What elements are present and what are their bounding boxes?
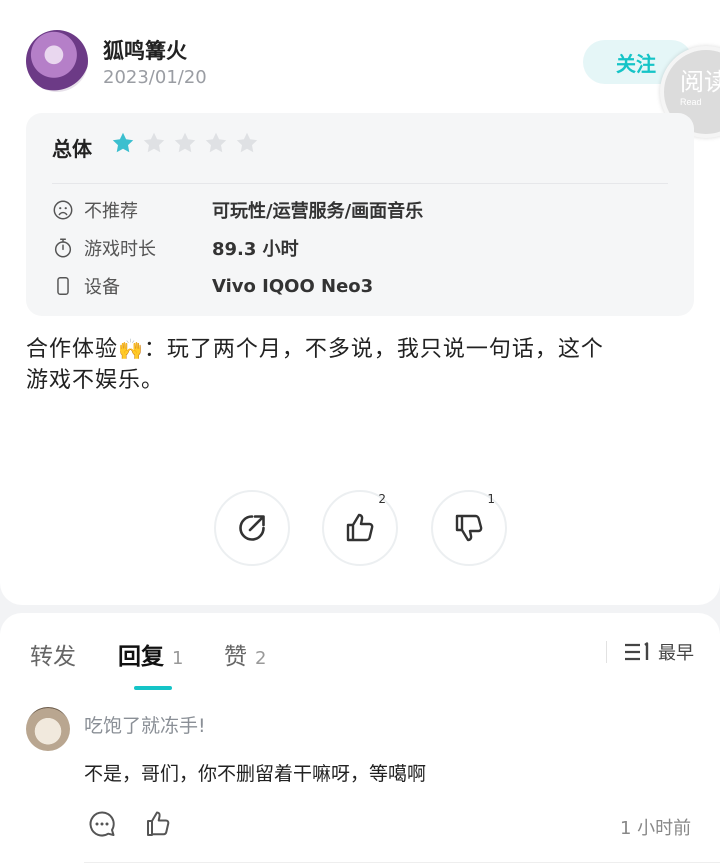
sort-label: 最早 <box>658 643 694 664</box>
tab-reply[interactable]: 回复 1 <box>118 637 183 671</box>
sort-divider <box>606 641 607 663</box>
comment-time: 1 小时前 <box>620 818 692 839</box>
comment-divider <box>84 862 720 863</box>
detail-label: 不推荐 <box>84 201 138 222</box>
thumbs-down-icon <box>455 514 483 542</box>
detail-value: 可玩性/运营服务/画面音乐 <box>212 201 424 222</box>
star-empty-icon <box>205 132 227 153</box>
phone-icon <box>57 277 69 295</box>
star-empty-icon <box>236 132 258 153</box>
review-line-2: 游戏不娱乐。 <box>26 368 165 393</box>
tab-likes[interactable]: 赞2 <box>224 637 266 671</box>
watermark-text: 阅读 <box>680 68 720 96</box>
star-rating <box>111 131 259 155</box>
star-empty-icon <box>174 132 196 153</box>
detail-row-playtime: 游戏时长 89.3 小时 <box>52 235 299 261</box>
tab-repost[interactable]: 转发 <box>30 637 76 671</box>
user-avatar[interactable] <box>26 30 88 92</box>
dislike-button[interactable]: 1 <box>431 490 507 566</box>
sort-button[interactable]: 最早 <box>624 639 694 665</box>
rating-panel: 总体 不推荐 可玩性/运营服务/画面音乐 游戏时长 89.3 小时 设备 Viv… <box>26 113 694 316</box>
tab-count: 1 <box>172 648 184 669</box>
stopwatch-icon <box>54 238 72 258</box>
detail-row-recommend: 不推荐 可玩性/运营服务/画面音乐 <box>52 197 423 223</box>
tab-label: 赞 <box>224 644 247 670</box>
thumbs-up-icon <box>346 513 374 542</box>
review-body: 合作体验🙌：玩了两个月，不多说，我只说一句话，这个 游戏不娱乐。 <box>26 334 694 396</box>
dislike-count: 1 <box>487 492 495 506</box>
overall-rating-label: 总体 <box>52 137 92 161</box>
active-tab-indicator <box>134 686 172 690</box>
review-line-1: 合作体验🙌：玩了两个月，不多说，我只说一句话，这个 <box>26 334 694 365</box>
review-card: 狐鸣篝火 2023/01/20 关注 阅读Read 总体 不推荐 可玩性/运营服… <box>0 0 720 605</box>
commenter-avatar[interactable] <box>26 707 70 751</box>
tab-count: 2 <box>255 648 267 669</box>
follow-label: 关注 <box>616 51 656 76</box>
detail-row-device: 设备 Vivo IQOO Neo3 <box>52 273 373 299</box>
share-icon <box>239 515 265 541</box>
raised-hands-emoji: 🙌 <box>118 337 144 361</box>
panel-divider <box>52 183 668 184</box>
username[interactable]: 狐鸣篝火 <box>103 35 187 65</box>
sad-face-icon <box>53 200 73 220</box>
detail-value: Vivo IQOO Neo3 <box>212 275 374 297</box>
watermark-sub: Read <box>680 97 702 107</box>
star-empty-icon <box>143 132 165 153</box>
star-filled-icon <box>112 132 134 153</box>
tab-label: 回复 <box>118 644 164 670</box>
like-button[interactable]: 2 <box>322 490 398 566</box>
detail-label: 设备 <box>84 277 120 298</box>
tab-label: 转发 <box>30 644 76 670</box>
comment-like-icon[interactable] <box>144 809 174 839</box>
like-count: 2 <box>378 492 386 506</box>
share-button[interactable] <box>214 490 290 566</box>
review-text-a: 合作体验 <box>26 337 119 362</box>
post-date: 2023/01/20 <box>103 67 207 88</box>
reply-comment-icon[interactable] <box>87 809 117 839</box>
detail-value: 89.3 小时 <box>212 239 299 260</box>
review-text-b: ：玩了两个月，不多说，我只说一句话，这个 <box>143 337 604 362</box>
commenter-name[interactable]: 吃饱了就冻手! <box>84 711 206 738</box>
comment-text: 不是，哥们，你不删留着干嘛呀，等噶啊 <box>84 763 427 785</box>
reply-section: 转发 回复 1 赞2 最早 吃饱了就冻手! 不是，哥们，你不删留着干嘛呀，等噶啊 … <box>0 613 720 867</box>
detail-label: 游戏时长 <box>84 239 156 260</box>
sort-icon <box>625 642 649 661</box>
